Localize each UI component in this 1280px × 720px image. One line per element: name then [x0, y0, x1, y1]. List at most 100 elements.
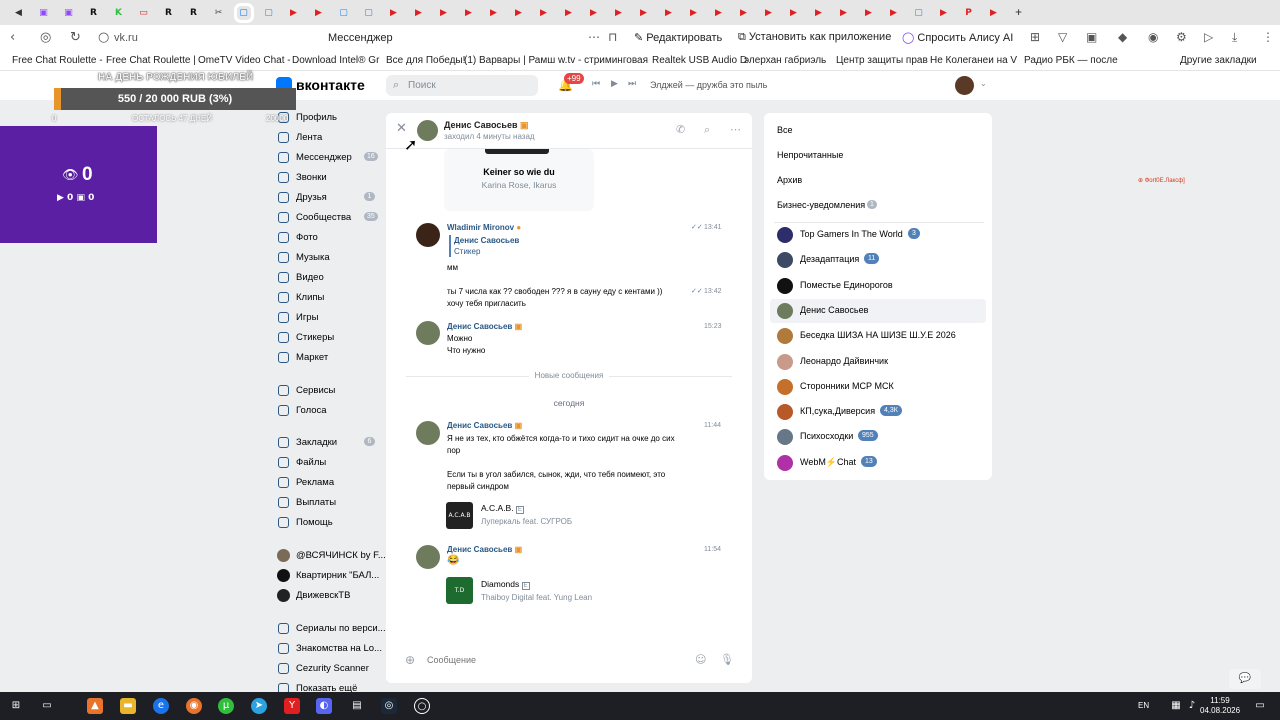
edge-icon[interactable]: e — [153, 698, 169, 714]
sidebar-item[interactable]: Стикеры — [276, 331, 386, 347]
conversation-item[interactable]: Психосходки 955 — [770, 425, 986, 449]
site-info-icon[interactable]: ○ — [98, 30, 109, 45]
track-artist[interactable]: Луперкаль feat. СУГРОБ — [481, 517, 572, 526]
now-playing-track[interactable]: Элджей — дружба это пыль — [650, 80, 767, 90]
bookmark-item[interactable]: Не Колеганеи на V — [930, 55, 1017, 66]
sidebar-item[interactable]: Игры — [276, 311, 386, 327]
back-tab-icon[interactable]: ◀ — [12, 6, 26, 20]
youtube-tab-icon[interactable]: ▶ — [662, 6, 676, 20]
other-bookmarks[interactable]: Другие закладки — [1180, 55, 1257, 66]
emoji-icon[interactable]: ☺ — [695, 653, 706, 666]
youtube-tab-icon[interactable]: ▶ — [612, 6, 626, 20]
sidebar-item[interactable]: Сообщества 35 — [276, 211, 386, 227]
conversation-item[interactable]: Сторонники МСР МСК — [770, 375, 986, 399]
pocket-icon[interactable]: ▽ — [1058, 30, 1067, 44]
youtube-tab-icon[interactable]: ▶ — [812, 6, 826, 20]
vlc-icon[interactable]: ▲ — [87, 698, 103, 714]
sidebar-item[interactable]: Звонки — [276, 171, 386, 187]
user-avatar[interactable] — [955, 76, 974, 95]
reader-icon[interactable]: ◎ — [40, 30, 51, 45]
sender-name[interactable]: Wladimir Mironov ● — [447, 223, 521, 232]
track-artist[interactable]: Thaiboy Digital feat. Yung Lean — [481, 593, 592, 602]
app-icon[interactable]: ▤ — [349, 698, 365, 714]
filter-unread[interactable]: Непрочитанные — [777, 150, 843, 160]
filter-all[interactable]: Все — [777, 125, 793, 135]
attach-icon[interactable]: ⊕ — [405, 653, 415, 667]
bookmark-item[interactable]: Download Intel® Gr — [292, 55, 379, 66]
utorrent-icon[interactable]: µ — [218, 698, 234, 714]
bookmark-item[interactable]: Радио РБК — после — [1024, 55, 1118, 66]
youtube-tab-icon[interactable]: ▶ — [287, 6, 301, 20]
network-icon[interactable]: ▦ — [1168, 698, 1184, 714]
bookmark-item[interactable]: OmeTV Video Chat - — [198, 55, 291, 66]
r-tab-icon[interactable]: R — [87, 6, 101, 20]
youtube-tab-icon[interactable]: ▶ — [587, 6, 601, 20]
conversation-item[interactable]: КП,сука,Диверсия 4,3К — [770, 400, 986, 424]
play-icon[interactable]: ▶ — [611, 79, 618, 89]
youtube-tab-icon[interactable]: ▶ — [512, 6, 526, 20]
track-cover[interactable]: A.C.A.B — [446, 502, 473, 529]
twitch-tab-icon[interactable]: ▣ — [62, 6, 76, 20]
chat-avatar[interactable] — [417, 120, 438, 141]
sidebar-group[interactable]: ДвижевскТВ — [276, 589, 386, 605]
sidebar-item[interactable]: Выплаты — [276, 496, 386, 512]
p-tab-icon[interactable]: P — [962, 6, 976, 20]
sidebar-item[interactable]: Закладки 6 — [276, 436, 386, 452]
sidebar-group[interactable]: Квартирник "БАЛ... — [276, 569, 386, 585]
extension-icon[interactable]: ▣ — [1086, 30, 1097, 44]
steam-icon[interactable]: ◎ — [381, 698, 397, 714]
sidebar-group[interactable]: @ВСЯЧИНСК by F... — [276, 549, 386, 565]
extension-icon[interactable]: ◆ — [1118, 30, 1127, 44]
vk-logo-text[interactable]: вконтакте — [296, 77, 365, 93]
youtube-tab-icon[interactable]: ▶ — [637, 6, 651, 20]
avatar[interactable] — [416, 545, 440, 569]
youtube-tab-icon[interactable]: ▶ — [837, 6, 851, 20]
ask-alice-button[interactable]: ◯ Спросить Алису AI — [902, 31, 1013, 44]
twitch-tab-icon[interactable]: ▣ — [37, 6, 51, 20]
volume-icon[interactable]: ♪ — [1184, 698, 1200, 714]
filter-business[interactable]: Бизнес-уведомления — [777, 200, 865, 210]
youtube-tab-icon[interactable]: ▶ — [437, 6, 451, 20]
sidebar-item[interactable]: Видео — [276, 271, 386, 287]
notifications-icon[interactable]: ▭ — [1252, 698, 1268, 714]
conversation-item[interactable]: Top Gamers In The World 3 — [770, 223, 986, 247]
message-input[interactable] — [427, 651, 687, 669]
extension-icon[interactable]: ⚙ — [1176, 30, 1187, 44]
youtube-tab-icon[interactable]: ▶ — [462, 6, 476, 20]
youtube-tab-icon[interactable]: ▶ — [537, 6, 551, 20]
conversation-item[interactable]: Беседка ШИЗА НА ШИЗЕ Ш.У.Е 2026 — [770, 324, 986, 348]
bookmark-item[interactable]: Realtek USB Audio D — [652, 55, 747, 66]
messenger-tab-icon[interactable]: ▢ — [337, 6, 351, 20]
messenger-tab-icon[interactable]: ▢ — [912, 6, 926, 20]
discord-icon[interactable]: ◐ — [316, 698, 332, 714]
language-indicator[interactable]: EN — [1138, 701, 1149, 710]
sender-name[interactable]: Денис Савосьев ▣ — [447, 421, 522, 430]
youtube-tab-icon[interactable]: ▶ — [312, 6, 326, 20]
download-icon[interactable]: ⤓ — [1232, 30, 1237, 45]
new-tab-button[interactable]: + — [1012, 6, 1026, 20]
youtube-tab-icon[interactable]: ▶ — [987, 6, 1001, 20]
sidebar-item[interactable]: Друзья 1 — [276, 191, 386, 207]
firefox-icon[interactable]: ◉ — [186, 698, 202, 714]
more-icon[interactable]: ⋯ — [730, 123, 741, 136]
scissors-tab-icon[interactable]: ✂ — [212, 6, 226, 20]
next-track-icon[interactable]: ⏭ — [628, 79, 636, 89]
sidebar-app[interactable]: Сериалы по верси... — [276, 622, 386, 638]
start-icon[interactable]: ⊞ — [8, 698, 24, 714]
sidebar-item[interactable]: Мессенджер 16 — [276, 151, 386, 167]
avatar[interactable] — [416, 421, 440, 445]
avatar[interactable] — [416, 223, 440, 247]
extension-icon[interactable]: ▷ — [1204, 30, 1213, 44]
track-card[interactable]: Keiner so wie du Karina Rose, Ikarus — [444, 149, 594, 211]
explorer-icon[interactable]: ▬ — [120, 698, 136, 714]
r-tab-icon[interactable]: R — [187, 6, 201, 20]
prev-track-icon[interactable]: ⏮ — [592, 79, 600, 89]
track-title[interactable]: Diamonds E — [481, 579, 530, 590]
sidebar-item[interactable]: Голоса — [276, 404, 386, 420]
video-tab-icon[interactable]: ▭ — [137, 6, 151, 20]
sidebar-item[interactable]: Сервисы — [276, 384, 386, 400]
youtube-tab-icon[interactable]: ▶ — [737, 6, 751, 20]
track-title[interactable]: A.C.A.B. E — [481, 503, 524, 514]
reload-icon[interactable]: ↻ — [70, 30, 81, 45]
sender-name[interactable]: Денис Савосьев ▣ — [447, 322, 522, 331]
